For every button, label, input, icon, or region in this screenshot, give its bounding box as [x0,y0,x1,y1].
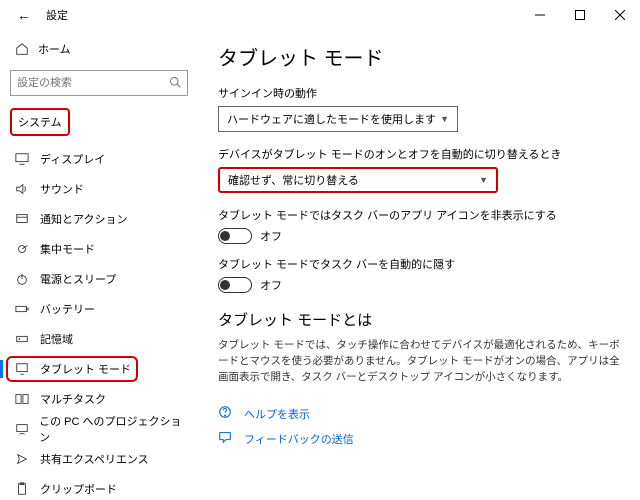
search-box[interactable] [10,70,188,96]
hide-icons-state: オフ [260,228,282,244]
signin-behavior-value: ハードウェアに適したモードを使用します [227,111,436,127]
auto-switch-dropdown[interactable]: 確認せず、常に切り替える ▼ [218,167,498,193]
category-system[interactable]: システム [10,108,70,136]
window-title: 設定 [46,7,68,23]
content-area: タブレット モード サインイン時の動作 ハードウェアに適したモードを使用します … [198,30,640,500]
display-icon [14,152,30,166]
feedback-link-text: フィードバックの送信 [244,431,354,447]
nav-notifications[interactable]: 通知とアクション [0,204,198,234]
toggle-knob [220,231,230,241]
nav-projection[interactable]: この PC へのプロジェクション [0,414,198,444]
nav-display[interactable]: ディスプレイ [0,144,198,174]
multitask-icon [14,392,30,406]
maximize-button[interactable] [560,0,600,30]
hide-taskbar-state: オフ [260,277,282,293]
nav-shared[interactable]: 共有エクスペリエンス [0,444,198,474]
hide-icons-toggle[interactable] [218,228,252,244]
hide-taskbar-toggle[interactable] [218,277,252,293]
storage-icon [14,332,30,346]
home-icon [14,42,30,56]
auto-switch-value: 確認せず、常に切り替える [228,172,359,188]
about-heading: タブレット モードとは [218,309,620,330]
nav-clipboard[interactable]: クリップボード [0,474,198,500]
help-icon [218,405,234,422]
help-link-text: ヘルプを表示 [244,406,310,422]
help-link[interactable]: ヘルプを表示 [218,405,620,422]
chevron-down-icon: ▼ [479,175,488,185]
signin-behavior-label: サインイン時の動作 [218,85,620,101]
hide-icons-label: タブレット モードではタスク バーのアプリ アイコンを非表示にする [218,207,620,223]
auto-switch-label: デバイスがタブレット モードのオンとオフを自動的に切り替えるとき [218,146,620,162]
battery-icon [14,302,30,316]
tablet-icon [14,362,30,376]
projection-icon [14,422,29,436]
chevron-down-icon: ▼ [440,114,449,124]
nav-tablet-mode[interactable]: タブレット モード [0,354,198,384]
sidebar: ホーム システム ディスプレイ サウンド 通知とアクション 集中モード 電源とス… [0,30,198,500]
nav-multitask[interactable]: マルチタスク [0,384,198,414]
about-description: タブレット モードでは、タッチ操作に合わせてデバイスが最適化されるため、キーボー… [218,338,620,385]
clipboard-icon [14,482,30,496]
notification-icon [14,212,30,226]
page-title: タブレット モード [218,42,620,71]
nav-battery[interactable]: バッテリー [0,294,198,324]
feedback-link[interactable]: フィードバックの送信 [218,430,620,447]
toggle-knob [220,280,230,290]
search-input[interactable] [17,77,169,89]
back-button[interactable]: ← [10,1,38,29]
feedback-icon [218,430,234,447]
share-icon [14,452,30,466]
nav-focus[interactable]: 集中モード [0,234,198,264]
hide-taskbar-label: タブレット モードでタスク バーを自動的に隠す [218,256,620,272]
nav-storage[interactable]: 記憶域 [0,324,198,354]
home-label: ホーム [38,41,71,57]
power-icon [14,272,30,286]
nav-sound[interactable]: サウンド [0,174,198,204]
close-button[interactable] [600,0,640,30]
nav-power[interactable]: 電源とスリープ [0,264,198,294]
signin-behavior-dropdown[interactable]: ハードウェアに適したモードを使用します ▼ [218,106,458,132]
home-nav[interactable]: ホーム [0,34,198,64]
search-icon [169,76,181,91]
minimize-button[interactable] [520,0,560,30]
sound-icon [14,182,30,196]
focus-icon [14,242,30,256]
